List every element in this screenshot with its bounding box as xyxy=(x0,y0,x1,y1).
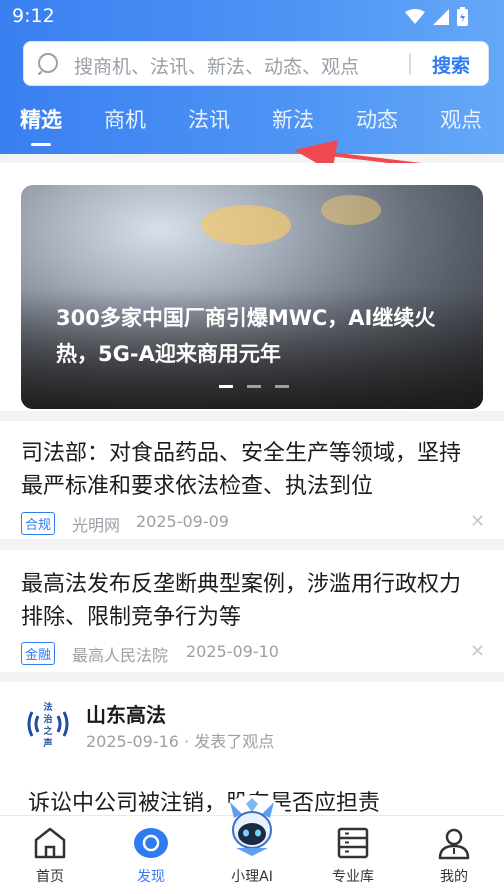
news-date: 2025-09-09 xyxy=(136,512,229,531)
svg-text:之: 之 xyxy=(43,725,52,737)
nav-label: 首页 xyxy=(36,869,64,885)
opinion-title: 诉讼中公司被注销，股东是否应担责 xyxy=(28,791,381,816)
dismiss-icon[interactable]: ✕ xyxy=(470,511,485,532)
search-icon xyxy=(38,53,58,75)
tab-updates[interactable]: 动态 xyxy=(356,104,398,134)
battery-icon xyxy=(457,7,468,26)
news-source: 最高人民法院 xyxy=(72,646,169,665)
search-box[interactable]: 搜商机、法讯、新法、动态、观点 搜索 xyxy=(23,41,489,86)
carousel-dots xyxy=(219,385,289,388)
nav-label: 专业库 xyxy=(332,869,374,885)
signal-icon xyxy=(433,8,449,25)
news-item[interactable]: 司法部：对食品药品、安全生产等领域，坚持最严标准和要求依法检查、执法到位 合规 … xyxy=(0,421,504,539)
org-name[interactable]: 山东高法 xyxy=(86,699,166,728)
stage-light xyxy=(321,195,381,225)
news-tag: 金融 xyxy=(21,642,56,665)
svg-text:法: 法 xyxy=(43,701,52,713)
nav-library[interactable]: 专业库 xyxy=(313,816,393,894)
news-source: 光明网 xyxy=(72,516,121,535)
stage-light xyxy=(201,205,291,245)
status-bar: 9:12 xyxy=(0,0,504,34)
tab-legal-news[interactable]: 法讯 xyxy=(188,104,230,134)
profile-icon xyxy=(438,828,470,860)
status-time: 9:12 xyxy=(12,5,55,27)
status-icons xyxy=(405,7,468,26)
nav-discover[interactable]: 发现 xyxy=(111,816,191,894)
ai-assistant-icon xyxy=(230,798,274,856)
banner-section: 300多家中国厂商引爆MWC，AI继续火热，5G-A迎来商用元年 xyxy=(0,163,504,411)
nav-label: 小理AI xyxy=(231,869,273,885)
tab-opinions[interactable]: 观点 xyxy=(440,104,482,134)
wifi-icon xyxy=(405,8,425,24)
carousel-dot[interactable] xyxy=(219,385,233,388)
discover-icon xyxy=(134,828,168,858)
news-item[interactable]: 最高法发布反垄断典型案例，涉滥用行政权力排除、限制竞争行为等 金融 最高人民法院… xyxy=(0,550,504,672)
post-meta: 2025-09-16 · 发表了观点 xyxy=(86,732,275,751)
active-tab-indicator xyxy=(31,143,51,146)
news-title: 司法部：对食品药品、安全生产等领域，坚持最严标准和要求依法检查、执法到位 xyxy=(21,441,462,499)
header: 9:12 搜商机、法讯、新法、动态、观点 搜索 精选 商机 法讯 新法 动态 观… xyxy=(0,0,504,154)
nav-label: 发现 xyxy=(137,869,165,885)
nav-ai-assistant[interactable]: 小理AI xyxy=(212,798,292,894)
banner-carousel[interactable]: 300多家中国厂商引爆MWC，AI继续火热，5G-A迎来商用元年 xyxy=(21,185,483,409)
banner-title: 300多家中国厂商引爆MWC，AI继续火热，5G-A迎来商用元年 xyxy=(56,306,436,366)
library-icon xyxy=(337,827,369,859)
nav-home[interactable]: 首页 xyxy=(10,816,90,894)
carousel-dot[interactable] xyxy=(247,385,261,388)
dismiss-icon[interactable]: ✕ xyxy=(470,641,485,662)
news-title: 最高法发布反垄断典型案例，涉滥用行政权力排除、限制竞争行为等 xyxy=(21,572,462,630)
tab-business[interactable]: 商机 xyxy=(104,104,146,134)
nav-profile[interactable]: 我的 xyxy=(414,816,494,894)
category-tabs: 精选 商机 法讯 新法 动态 观点 xyxy=(0,104,504,144)
carousel-dot[interactable] xyxy=(275,385,289,388)
news-tag: 合规 xyxy=(21,512,56,535)
org-logo[interactable]: 法 治 之 声 xyxy=(24,696,72,752)
tab-featured[interactable]: 精选 xyxy=(20,104,62,134)
svg-text:声: 声 xyxy=(42,737,52,749)
tab-new-laws[interactable]: 新法 xyxy=(272,104,314,134)
home-icon xyxy=(34,827,66,859)
news-date: 2025-09-10 xyxy=(186,642,279,661)
nav-label: 我的 xyxy=(440,869,468,885)
bottom-nav: 首页 发现 小理AI 专业库 我的 xyxy=(0,798,504,894)
svg-text:治: 治 xyxy=(43,713,52,725)
search-button[interactable]: 搜索 xyxy=(432,51,470,78)
search-input[interactable]: 搜商机、法讯、新法、动态、观点 xyxy=(74,52,359,79)
search-divider xyxy=(409,53,411,75)
